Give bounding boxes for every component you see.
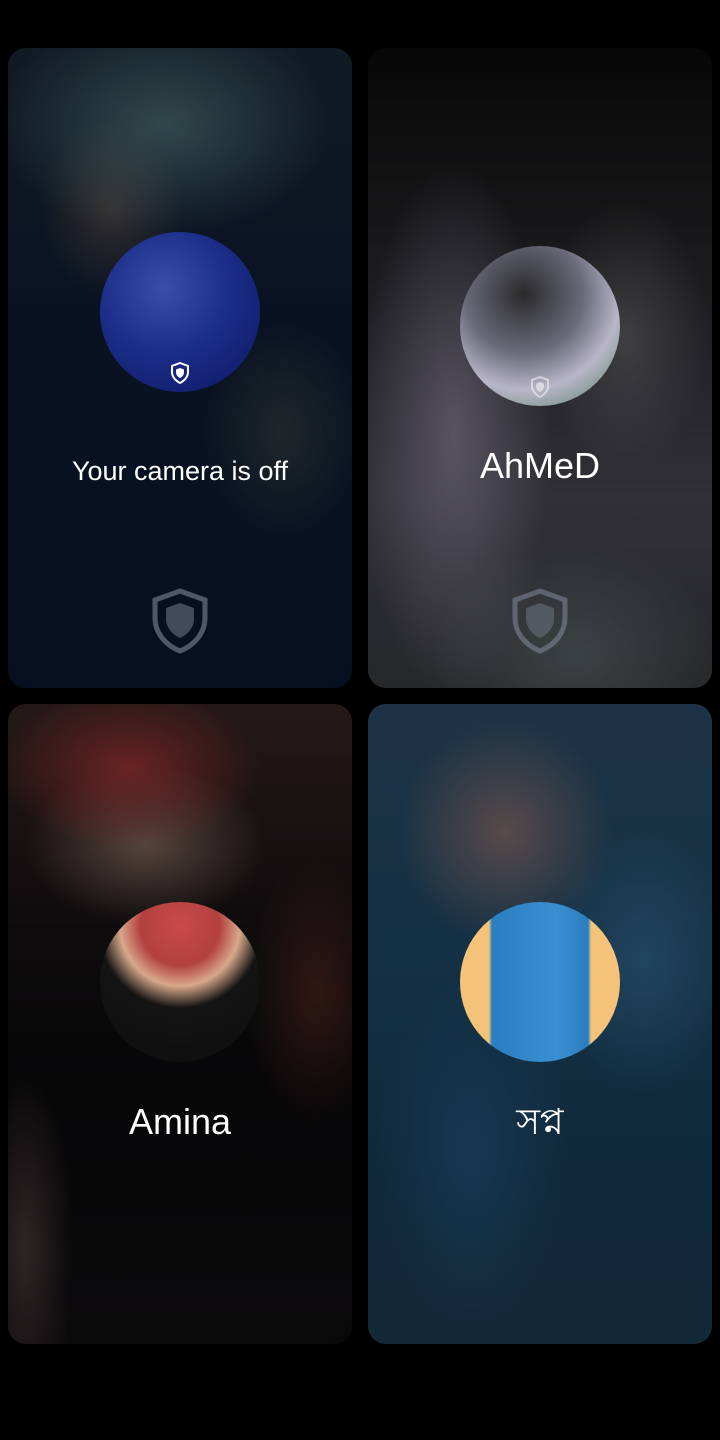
participant-tile[interactable]: সপ্ন — [368, 704, 712, 1344]
camera-off-label: Your camera is off — [71, 456, 289, 486]
participant-avatar — [460, 246, 620, 406]
shield-icon — [152, 588, 208, 654]
participant-tile-self[interactable]: Your camera is off — [8, 48, 352, 688]
participant-name: AhMeD — [479, 445, 601, 486]
shield-icon — [512, 588, 568, 654]
participant-avatar — [100, 232, 260, 392]
shield-icon — [531, 376, 549, 398]
shield-icon — [171, 362, 189, 384]
participant-avatar — [460, 902, 620, 1062]
participant-avatar — [100, 902, 260, 1062]
participant-name: Amina — [128, 1101, 232, 1142]
participant-name: সপ্ন — [516, 1101, 564, 1142]
participant-tile[interactable]: Amina — [8, 704, 352, 1344]
participant-tile[interactable]: AhMeD — [368, 48, 712, 688]
